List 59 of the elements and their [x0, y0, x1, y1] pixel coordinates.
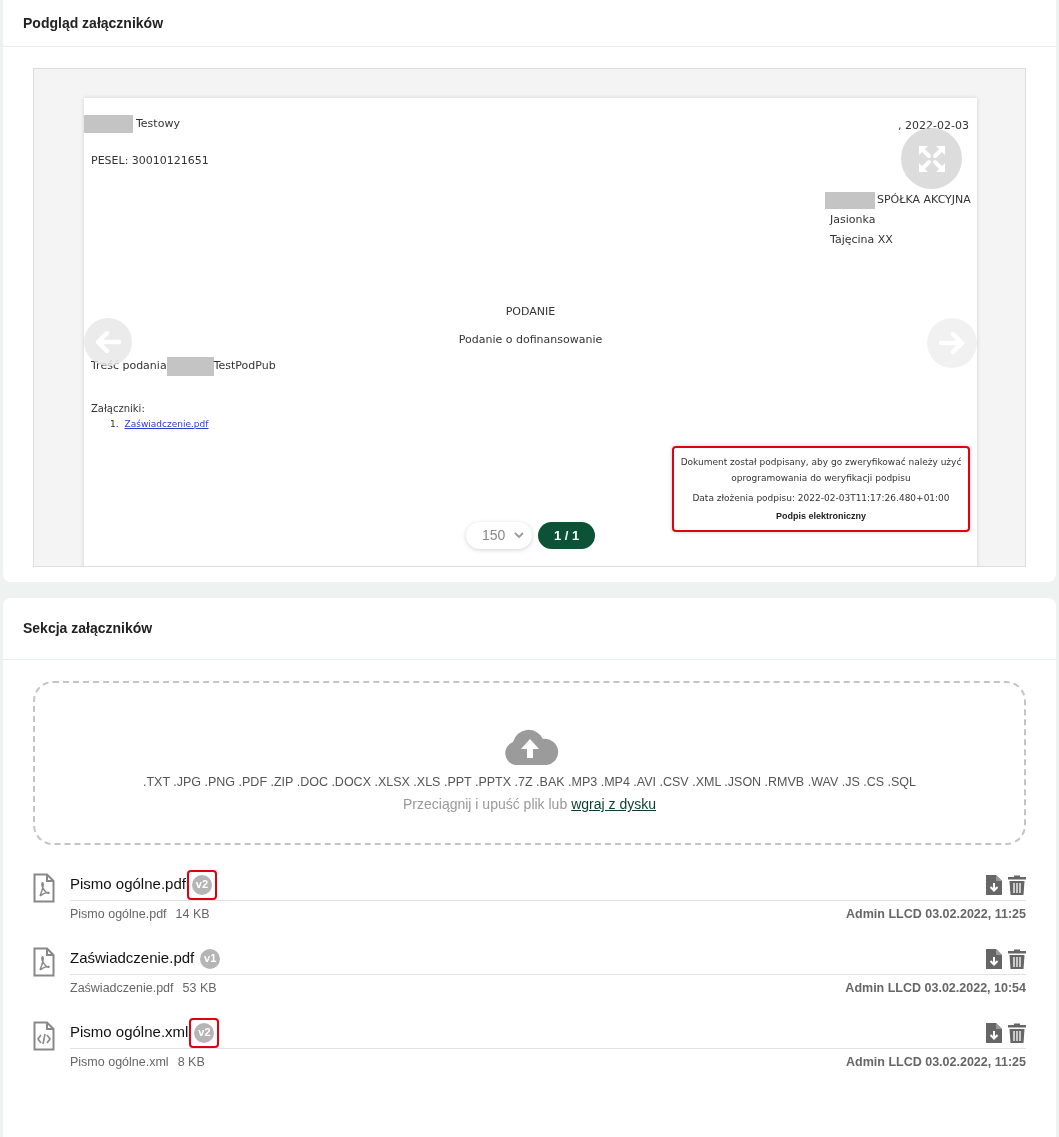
upload-info: Admin LLCD 03.02.2022, 11:25 [846, 1054, 1026, 1072]
file-name[interactable]: Pismo ogólne.pdf [70, 873, 186, 896]
zoom-select[interactable]: 150 [466, 522, 532, 549]
upload-link[interactable]: wgraj z dysku [571, 794, 656, 816]
download-button[interactable] [986, 948, 1002, 969]
allowed-formats: .TXT .JPG .PNG .PDF .ZIP .DOC .DOCX .XLSX .XLS .PPT .PPTX .7Z .BAK .MP3 .MP4 .AVI .CSV .XML .JSON .RMVB .WAV .JS .CS .SQL [142, 773, 917, 791]
download-button[interactable] [986, 874, 1002, 895]
delete-button[interactable] [1008, 948, 1026, 969]
trash-icon [1008, 874, 1026, 895]
file-size: 53 KB [182, 980, 217, 998]
delete-button[interactable] [1008, 1022, 1026, 1043]
body-value: TestPodPub [213, 358, 276, 375]
signature-text: Dokument został podpisany, aby go zweryfikować należy użyć oprogramowania do weryfikacji podpisu [679, 456, 963, 485]
list-number: 1. [110, 418, 119, 431]
file-size: 14 KB [175, 906, 210, 924]
expand-icon [917, 144, 946, 173]
redacted-block [166, 357, 214, 376]
drop-zone[interactable]: .TXT .JPG .PNG .PDF .ZIP .DOC .DOCX .XLSX .XLS .PPT .PPTX .7Z .BAK .MP3 .MP4 .AVI .CSV .XML .JSON .RMVB .WAV .JS .CS .SQL Przeciągnij i upuść plik lub wgraj z dysku [33, 681, 1026, 845]
drop-prompt: Przeciągnij i upuść plik lub [403, 795, 568, 815]
body-label: Treść podania [91, 358, 167, 375]
version-badge: v1 [195, 943, 226, 974]
upload-info: Admin LLCD 03.02.2022, 11:25 [846, 906, 1026, 924]
document-date: , 2022-02-03 [898, 118, 969, 134]
pdf-file-icon [33, 947, 55, 977]
redacted-block [84, 115, 133, 133]
file-size: 8 KB [177, 1054, 205, 1072]
pdf-file-icon [33, 873, 55, 903]
file-details: Pismo ogólne.pdf [70, 906, 167, 924]
attachments-label: Załączniki: [91, 402, 145, 416]
file-details: Zaświadczenie.pdf [70, 980, 174, 998]
version-badge: v2 [186, 869, 217, 900]
signature-text: Data złożenia podpisu: 2022-02-03T11:17:26.480+01:00 [692, 492, 950, 505]
section-title: Podgląd załączników [23, 13, 164, 33]
upload-info: Admin LLCD 03.02.2022, 10:54 [845, 980, 1026, 998]
download-button[interactable] [986, 1022, 1002, 1043]
download-icon [986, 1022, 1002, 1043]
document-subject: Podanie o dofinansowanie [458, 332, 603, 348]
file-name[interactable]: Zaświadczenie.pdf [70, 947, 195, 970]
delete-button[interactable] [1008, 874, 1026, 895]
pesel-number: PESEL: 30010121651 [91, 153, 209, 169]
trash-icon [1008, 948, 1026, 969]
file-details: Pismo ogólne.xml [70, 1054, 169, 1072]
download-icon [986, 874, 1002, 895]
file-name[interactable]: Pismo ogólne.xml [70, 1021, 189, 1044]
redacted-block [825, 192, 875, 209]
code-file-icon [33, 1021, 55, 1051]
version-badge: v2 [189, 1017, 220, 1048]
document-heading: PODANIE [505, 304, 556, 320]
sender-name: Testowy [136, 115, 180, 132]
recipient-name: SPÓŁKA AKCYJNA [877, 192, 971, 209]
attachment-link[interactable]: Zaświadczenie.pdf [124, 418, 209, 432]
recipient-address: Jasionka [828, 212, 877, 228]
recipient-address: Tajęcina XX [829, 231, 894, 248]
download-icon [986, 948, 1002, 969]
page-indicator: 1 / 1 [538, 522, 596, 549]
signature-title: Podpis elektroniczny [776, 510, 866, 523]
trash-icon [1008, 1022, 1026, 1043]
section-title: Sekcja załączników [23, 619, 153, 638]
chevron-down-icon [514, 532, 524, 539]
